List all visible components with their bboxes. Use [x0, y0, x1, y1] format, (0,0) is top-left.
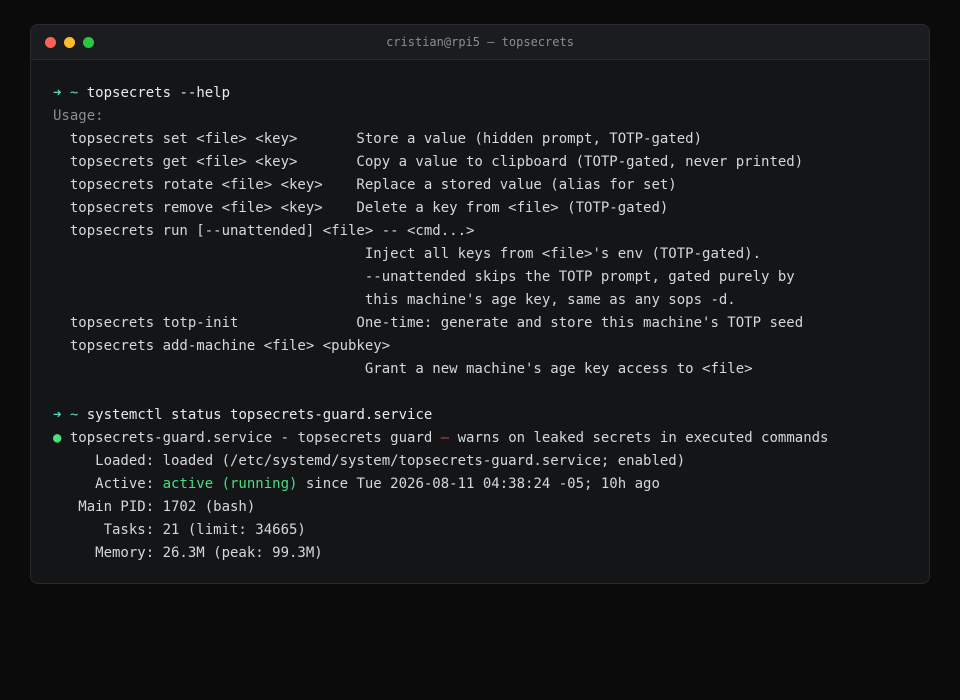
output-text: Loaded: loaded (/etc/systemd/system/tops…: [53, 453, 686, 469]
output-line: --unattended skips the TOTP prompt, gate…: [53, 266, 907, 289]
service-dash: —: [440, 430, 450, 446]
terminal-output[interactable]: ➜ ~ topsecrets --help Usage: topsecrets s…: [31, 60, 929, 565]
output-line: Loaded: loaded (/etc/systemd/system/tops…: [53, 450, 907, 473]
prompt-command: topsecrets --help: [86, 85, 231, 101]
service-header-line: ● topsecrets-guard.service - topsecrets …: [53, 427, 907, 450]
output-text: Tasks: 21 (limit: 34665): [53, 522, 306, 538]
usage-label: Usage:: [53, 108, 104, 124]
service-name: topsecrets-guard.service - topsecrets gu…: [69, 430, 433, 446]
prompt-line: ➜ ~ topsecrets --help: [53, 82, 907, 105]
service-description: warns on leaked secrets in executed comm…: [457, 430, 829, 446]
output-line: topsecrets totp-init One-time: generate …: [53, 312, 907, 335]
window-title: cristian@rpi5 — topsecrets: [386, 35, 574, 49]
output-text: topsecrets add-machine <file> <pubkey>: [53, 338, 391, 354]
output-text: topsecrets remove <file> <key> Delete a …: [53, 200, 669, 216]
output-line: topsecrets run [--unattended] <file> -- …: [53, 220, 907, 243]
output-line: topsecrets rotate <file> <key> Replace a…: [53, 174, 907, 197]
output-line: topsecrets remove <file> <key> Delete a …: [53, 197, 907, 220]
output-line: Tasks: 21 (limit: 34665): [53, 519, 907, 542]
active-state: active (running): [162, 476, 298, 492]
output-text: Memory: 26.3M (peak: 99.3M): [53, 545, 323, 561]
output-line: this machine's age key, same as any sops…: [53, 289, 907, 312]
prompt-command: systemctl status topsecrets-guard.servic…: [86, 407, 433, 423]
output-text: Inject all keys from <file>'s env (TOTP-…: [53, 246, 762, 262]
output-line: Grant a new machine's age key access to …: [53, 358, 907, 381]
title-bar: cristian@rpi5 — topsecrets: [31, 25, 929, 60]
active-label: Active:: [53, 476, 163, 492]
output-line: topsecrets get <file> <key> Copy a value…: [53, 151, 907, 174]
output-text: topsecrets get <file> <key> Copy a value…: [53, 154, 804, 170]
prompt-line: ➜ ~ systemctl status topsecrets-guard.se…: [53, 404, 907, 427]
output-line: topsecrets set <file> <key> Store a valu…: [53, 128, 907, 151]
service-active-line: Active: active (running) since Tue 2026-…: [53, 473, 907, 496]
usage-heading: Usage:: [53, 105, 907, 128]
output-line: Memory: 26.3M (peak: 99.3M): [53, 542, 907, 565]
output-text: this machine's age key, same as any sops…: [53, 292, 736, 308]
output-text: topsecrets totp-init One-time: generate …: [53, 315, 804, 331]
output-text: --unattended skips the TOTP prompt, gate…: [53, 269, 795, 285]
output-line: topsecrets add-machine <file> <pubkey>: [53, 335, 907, 358]
output-line: Inject all keys from <file>'s env (TOTP-…: [53, 243, 907, 266]
output-text: Grant a new machine's age key access to …: [53, 361, 753, 377]
output-line: Main PID: 1702 (bash): [53, 496, 907, 519]
output-text: topsecrets rotate <file> <key> Replace a…: [53, 177, 677, 193]
output-text: topsecrets run [--unattended] <file> -- …: [53, 223, 475, 239]
active-since: since Tue 2026-08-11 04:38:24 -05; 10h a…: [297, 476, 660, 492]
terminal-window: cristian@rpi5 — topsecrets ➜ ~ topsecret…: [30, 24, 930, 584]
output-text: Main PID: 1702 (bash): [53, 499, 256, 515]
output-text: topsecrets set <file> <key> Store a valu…: [53, 131, 703, 147]
